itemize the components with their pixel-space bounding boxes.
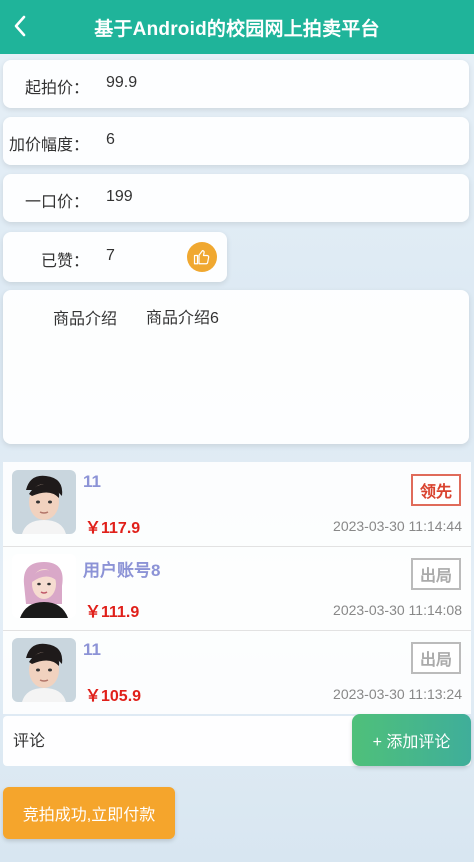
start-price-value: 99.9 [106, 74, 138, 91]
bid-time: 2023-03-30 11:14:44 [333, 518, 462, 534]
app-header: 基于Android的校园网上拍卖平台 [0, 0, 474, 54]
pay-now-button[interactable]: 竞拍成功,立即付款 [3, 787, 175, 839]
bid-row: 11 ￥117.9 2023-03-30 11:14:44 领先 [3, 462, 471, 547]
start-price-label: 起拍价： [24, 80, 89, 97]
buy-now-value: 199 [106, 188, 133, 205]
bidder-name: 11 [83, 472, 101, 491]
avatar [12, 554, 76, 618]
status-badge: 出局 [411, 642, 461, 674]
avatar [12, 638, 76, 702]
back-button[interactable] [8, 12, 32, 40]
buy-now-label: 一口价： [24, 194, 89, 211]
like-button[interactable] [187, 242, 217, 272]
increment-row: 加价幅度： 6 [3, 117, 469, 165]
bid-row: 用户账号8 ￥111.9 2023-03-30 11:14:08 出局 [3, 546, 471, 631]
comment-input[interactable] [11, 724, 345, 760]
start-price-row: 起拍价： 99.9 [3, 60, 469, 108]
add-comment-button[interactable]: + 添加评论 [352, 714, 471, 766]
thumbs-up-icon [193, 250, 210, 265]
likes-row: 已赞： 7 [3, 232, 227, 282]
bid-time: 2023-03-30 11:14:08 [333, 602, 462, 618]
bid-price: ￥111.9 [85, 604, 140, 621]
status-badge: 出局 [411, 558, 461, 590]
bidder-name: 11 [83, 640, 101, 659]
increment-value: 6 [106, 131, 115, 148]
avatar [12, 470, 76, 534]
increment-label: 加价幅度： [8, 137, 89, 154]
bid-price: ￥105.9 [85, 688, 142, 705]
buy-now-row: 一口价： 199 [3, 174, 469, 222]
description-card: 商品介绍 商品介绍6 [3, 290, 469, 444]
likes-label: 已赞： [40, 253, 89, 270]
likes-value: 7 [106, 247, 115, 264]
description-value: 商品介绍6 [146, 310, 219, 327]
status-badge: 领先 [411, 474, 461, 506]
chevron-left-icon [14, 15, 26, 37]
bid-list: 11 ￥117.9 2023-03-30 11:14:44 领先 用户账号8 ￥… [3, 462, 471, 714]
bid-row: 11 ￥105.9 2023-03-30 11:13:24 出局 [3, 630, 471, 714]
bid-time: 2023-03-30 11:13:24 [333, 686, 462, 702]
bidder-name: 用户账号8 [83, 561, 161, 580]
bid-price: ￥117.9 [85, 520, 141, 537]
description-label: 商品介绍 [53, 311, 118, 328]
page-title: 基于Android的校园网上拍卖平台 [94, 18, 380, 40]
